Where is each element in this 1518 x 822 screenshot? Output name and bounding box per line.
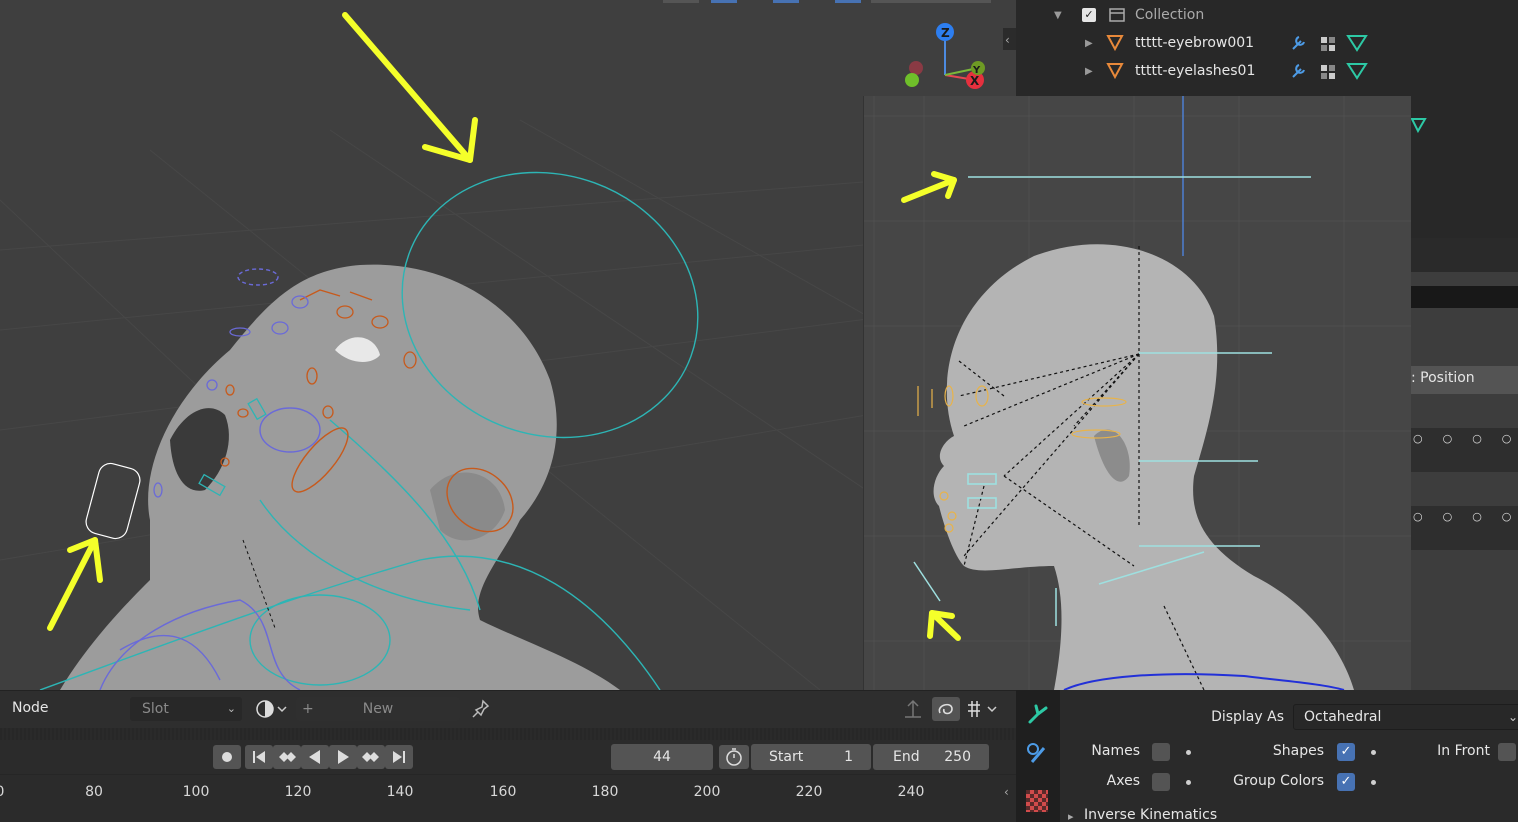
jump-to-start-button[interactable]: [245, 745, 273, 769]
ruler-tick: 140: [386, 784, 414, 800]
mode-label[interactable]: Node: [12, 700, 49, 716]
lock-row[interactable]: ○○○○○: [1411, 428, 1518, 472]
group-colors-checkbox[interactable]: ✓: [1337, 773, 1355, 791]
object-label: ttttt-eyebrow001: [1135, 35, 1255, 51]
slot-dropdown[interactable]: Slot ⌄: [130, 697, 242, 721]
mesh-object-icon: [1106, 35, 1124, 51]
current-frame-field[interactable]: 44: [611, 744, 713, 770]
svg-text:‹: ‹: [1005, 33, 1010, 47]
end-frame-field[interactable]: End 250: [873, 744, 989, 770]
side-view-overlay[interactable]: [863, 96, 1411, 690]
action-editor-header: Node Slot ⌄ + New: [0, 690, 1016, 728]
shapes-label: Shapes: [1272, 743, 1324, 759]
keyframe-dot-icon[interactable]: [1371, 750, 1376, 755]
jump-to-end-button[interactable]: [385, 745, 413, 769]
action-browse-button[interactable]: [252, 697, 294, 721]
expand-arrow-icon[interactable]: ▶: [1085, 66, 1093, 77]
gizmo-y-label: Y: [972, 65, 981, 76]
bone-constraint-tab-icon[interactable]: [1022, 738, 1054, 770]
expand-arrow-icon: ▸: [1068, 810, 1074, 822]
push-down-icon[interactable]: [900, 697, 926, 721]
properties-background: : Position ○○○○○ ○○○○○: [1411, 238, 1518, 690]
lock-row[interactable]: ○○○○○: [1411, 506, 1518, 550]
shapes-checkbox[interactable]: ✓: [1337, 743, 1355, 761]
start-label: Start: [769, 749, 804, 765]
next-keyframe-button[interactable]: [357, 745, 385, 769]
modifier-icons[interactable]: [1290, 33, 1380, 53]
frame-ruler[interactable]: 0 80 100 120 140 160 180 200 220 240 ‹: [0, 774, 1016, 822]
timeline-divider: [0, 728, 1016, 740]
new-label: New: [362, 701, 394, 717]
playback-controls: 44 Start 1 End 250: [0, 740, 1016, 774]
axes-checkbox[interactable]: [1152, 773, 1170, 791]
stopwatch-icon[interactable]: [719, 745, 749, 769]
record-button[interactable]: [213, 745, 241, 769]
group-colors-label: Group Colors: [1233, 773, 1324, 789]
display-as-value: Octahedral: [1304, 709, 1382, 725]
inverse-kinematics-section[interactable]: ▸ Inverse Kinematics: [1060, 807, 1518, 822]
axes-label: Axes: [1106, 773, 1140, 789]
gizmo-x-label: X: [970, 74, 980, 88]
in-front-label: In Front: [1437, 743, 1490, 759]
texture-tab-icon[interactable]: [1026, 790, 1048, 812]
ruler-tick: 120: [284, 784, 312, 800]
collection-label: Collection: [1135, 7, 1205, 23]
chevron-down-icon: ⌄: [1507, 710, 1518, 724]
slot-label: Slot: [142, 701, 169, 717]
gizmo-z-label: Z: [941, 26, 950, 40]
ruler-tick: 220: [795, 784, 823, 800]
outliner-row-collection[interactable]: ▼ ✓ Collection: [1016, 1, 1518, 29]
mesh-object-icon: [1106, 63, 1124, 79]
play-button[interactable]: [329, 745, 357, 769]
keyframe-dot-icon[interactable]: [1186, 780, 1191, 785]
play-reverse-button[interactable]: [301, 745, 329, 769]
display-as-dropdown[interactable]: Octahedral ⌄: [1293, 704, 1518, 730]
start-value: 1: [844, 749, 853, 765]
pin-icon[interactable]: [470, 697, 492, 721]
snapping-dropdown[interactable]: [962, 697, 1006, 721]
keyframe-dot-icon[interactable]: [1186, 750, 1191, 755]
side-view-scene: [864, 96, 1411, 690]
plus-icon: +: [302, 701, 314, 717]
outliner-row-eyelashes[interactable]: ▶ ttttt-eyelashes01: [1016, 57, 1518, 85]
ruler-tick: 80: [85, 784, 103, 800]
display-as-label: Display As: [1211, 709, 1284, 725]
collection-icon: [1109, 8, 1125, 22]
position-label-fragment: : Position: [1411, 370, 1475, 386]
new-action-button[interactable]: + New: [296, 697, 460, 721]
ruler-tick: 200: [693, 784, 721, 800]
modifier-icons[interactable]: [1290, 61, 1380, 81]
armature-viewport-display-panel: Display As Octahedral ⌄ Names Shapes ✓ I…: [1060, 690, 1518, 822]
chevron-down-icon: ⌄: [226, 702, 236, 715]
ruler-tick: 180: [591, 784, 619, 800]
expand-arrow-icon[interactable]: ▶: [1085, 38, 1093, 49]
collapse-arrow-icon[interactable]: ‹: [1004, 785, 1009, 799]
section-label: Inverse Kinematics: [1084, 807, 1218, 822]
collection-checkbox[interactable]: ✓: [1082, 8, 1096, 22]
stash-icon[interactable]: [932, 697, 960, 721]
previous-keyframe-button[interactable]: [273, 745, 301, 769]
armature-data-tab-icon[interactable]: [1022, 698, 1054, 730]
end-value: 250: [944, 749, 971, 765]
ruler-tick: 100: [182, 784, 210, 800]
ruler-tick: 160: [489, 784, 517, 800]
collapse-arrow-icon[interactable]: ▼: [1054, 10, 1062, 21]
in-front-checkbox[interactable]: [1498, 743, 1516, 761]
outliner-row-eyebrow[interactable]: ▶ ttttt-eyebrow001: [1016, 29, 1518, 57]
start-frame-field[interactable]: Start 1: [751, 744, 871, 770]
head-mesh: [60, 264, 620, 690]
partial-mesh-icon: [1410, 117, 1427, 134]
object-label: ttttt-eyelashes01: [1135, 63, 1256, 79]
names-label: Names: [1091, 743, 1140, 759]
end-label: End: [893, 749, 920, 765]
properties-tabs: [1016, 690, 1060, 822]
names-checkbox[interactable]: [1152, 743, 1170, 761]
keyframe-dot-icon[interactable]: [1371, 780, 1376, 785]
ruler-tick: 240: [897, 784, 925, 800]
